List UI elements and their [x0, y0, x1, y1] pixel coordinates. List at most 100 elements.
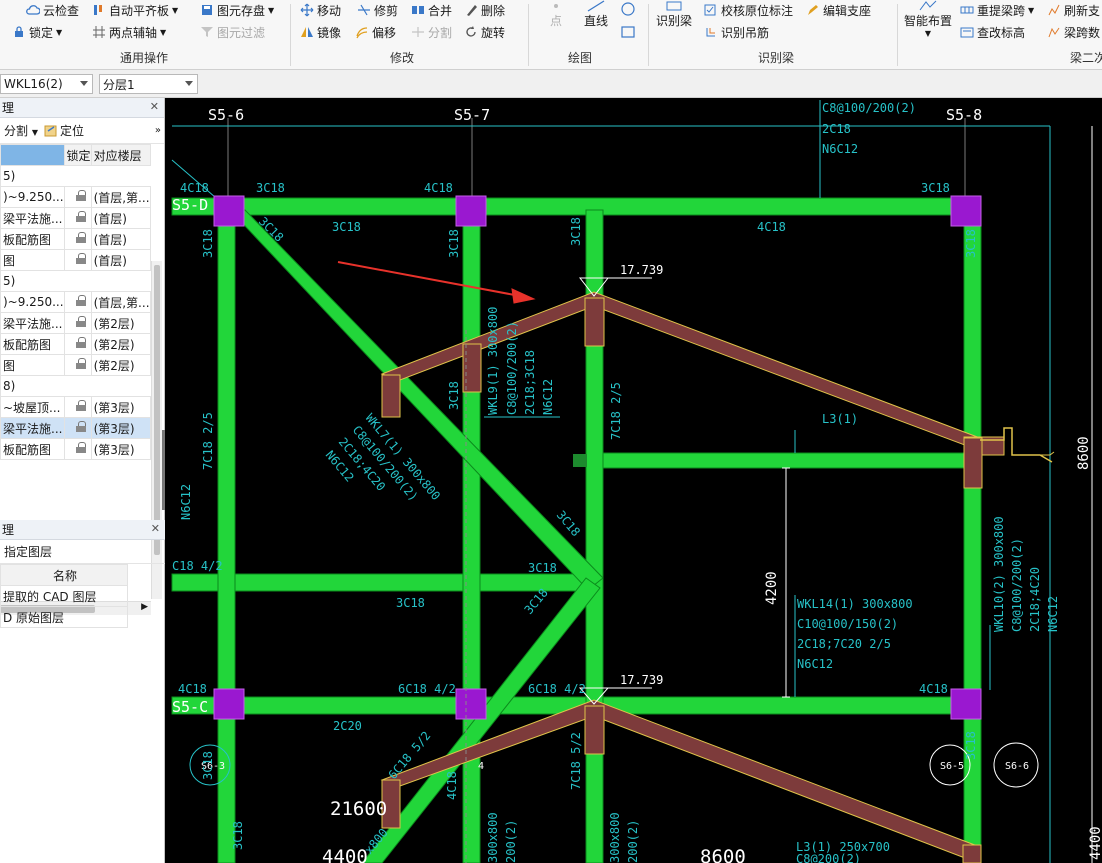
lock-icon[interactable]	[75, 295, 86, 306]
point-button[interactable]: 点	[546, 0, 566, 29]
structural-drawing: S5-6 S5-7 S5-8 S5-D S5-C 21600 4400 8600…	[171, 100, 1102, 863]
trim-icon	[358, 4, 370, 16]
dimension-text: 8600	[700, 846, 746, 863]
lock-cell[interactable]	[63, 438, 92, 460]
eraser-icon	[467, 5, 477, 16]
lock-cell[interactable]	[63, 312, 92, 334]
smart-layout-icon	[919, 0, 937, 11]
close-icon[interactable]: ✕	[150, 100, 159, 113]
chevron-down-icon	[185, 81, 193, 86]
lock-cell[interactable]	[63, 186, 92, 208]
layer-row[interactable]: )~9.250... (首层,第...	[0, 186, 151, 208]
lock-icon[interactable]	[75, 211, 86, 222]
move-button[interactable]: 移动	[300, 1, 341, 19]
close-icon[interactable]: ✕	[151, 522, 160, 535]
refresh-support-button[interactable]: 刷新支	[1047, 1, 1100, 19]
rebar-label: 3C18	[231, 821, 245, 850]
layer-name: 板配筋图	[0, 333, 65, 355]
lock-icon[interactable]	[75, 400, 86, 411]
check-elevation-button[interactable]: 查改标高	[960, 23, 1025, 41]
layer-floor: (首层)	[90, 228, 151, 250]
cad-filter-option[interactable]: 指定图层	[0, 540, 165, 564]
hanger-icon	[706, 28, 715, 37]
layer-name: 梁平法施...	[0, 312, 65, 334]
check-original-button[interactable]: 校核原位标注	[704, 1, 793, 19]
line-button[interactable]: 直线	[584, 0, 608, 29]
layer-group-row[interactable]: 8)	[0, 375, 151, 397]
layer-row[interactable]: ~坡屋顶... (第3层)	[0, 396, 151, 418]
lock-cell[interactable]	[63, 249, 92, 271]
delete-button[interactable]: 删除	[464, 1, 505, 19]
rectangle-icon[interactable]	[620, 24, 636, 40]
identify-hanger-button[interactable]: 识别吊筋	[704, 23, 769, 41]
rebar-label: 4C18	[180, 181, 209, 195]
rebar-label: 4C18	[757, 220, 786, 234]
lock-icon[interactable]	[75, 316, 86, 327]
column-header-name[interactable]: 名称	[0, 564, 128, 586]
two-point-axis-button[interactable]: 两点辅轴 ▼	[92, 23, 166, 41]
split-dropdown[interactable]: 分割 ▼	[4, 122, 38, 139]
rebar-label: 3C18	[921, 181, 950, 195]
layer-row[interactable]: 图 (第2层)	[0, 354, 151, 376]
layer-row[interactable]: 板配筋图 (第3层)	[0, 438, 151, 460]
lock-cell[interactable]	[63, 291, 92, 313]
split-button[interactable]: 分割	[411, 23, 452, 41]
offset-button[interactable]: 偏移	[355, 23, 396, 41]
layer-select[interactable]: 分层1	[99, 74, 198, 94]
layer-name: 图	[0, 249, 65, 271]
layer-row[interactable]: 梁平法施... (第3层)	[0, 417, 151, 439]
re-span-button[interactable]: 重提梁跨 ▼	[960, 1, 1034, 19]
beam-note: 2C18	[822, 122, 851, 136]
rebar-label: 3C18	[447, 229, 461, 258]
column-header-lock[interactable]: 锁定	[63, 144, 92, 166]
layer-row[interactable]: 梁平法施... (首层)	[0, 207, 151, 229]
column-header-floor[interactable]: 对应楼层	[90, 144, 151, 166]
layer-row[interactable]: )~9.250... (首层,第...	[0, 291, 151, 313]
scrollbar-thumb[interactable]	[154, 265, 160, 555]
lock-cell[interactable]	[63, 396, 92, 418]
cloud-check-button[interactable]: 云检查	[26, 1, 79, 19]
locate-button[interactable]: 定位	[44, 122, 84, 139]
lock-cell[interactable]	[63, 228, 92, 250]
circle-icon[interactable]	[620, 1, 636, 17]
split-icon	[412, 27, 424, 37]
column-header-name[interactable]	[0, 144, 65, 166]
axis-label: 4	[478, 761, 484, 772]
lock-icon[interactable]	[75, 190, 86, 201]
auto-align-button[interactable]: 自动平齐板 ▼	[92, 1, 178, 19]
element-select[interactable]: WKL16(2)	[0, 74, 93, 94]
lock-icon[interactable]	[75, 421, 86, 432]
edit-support-button[interactable]: 编辑支座	[806, 1, 871, 19]
lock-cell[interactable]	[63, 333, 92, 355]
lock-icon[interactable]	[75, 232, 86, 243]
merge-button[interactable]: 合并	[411, 1, 452, 19]
element-filter-button[interactable]: 图元过滤	[200, 23, 265, 41]
table-header: 锁定 对应楼层	[0, 144, 151, 166]
expand-arrows-icon[interactable]: »	[155, 125, 161, 136]
layer-row[interactable]: 图 (首层)	[0, 249, 151, 271]
layer-group-row[interactable]: 5)	[0, 165, 151, 187]
identify-beam-button[interactable]: 识别梁	[656, 0, 692, 29]
save-element-button[interactable]: 图元存盘 ▼	[200, 1, 274, 19]
lock-cell[interactable]	[63, 417, 92, 439]
table-row[interactable]: 提取的 CAD 图层	[0, 585, 128, 607]
span-data-button[interactable]: 梁跨数	[1047, 23, 1100, 41]
layer-row[interactable]: 板配筋图 (第2层)	[0, 333, 151, 355]
layer-group-row[interactable]: 5)	[0, 270, 151, 292]
smart-layout-button[interactable]: 智能布置 ▼	[904, 0, 952, 38]
lock-button[interactable]: 锁定 ▼	[12, 23, 62, 41]
lock-cell[interactable]	[63, 207, 92, 229]
drawing-canvas[interactable]: S5-6 S5-7 S5-8 S5-D S5-C 21600 4400 8600…	[165, 98, 1102, 863]
mirror-button[interactable]: 镜像	[300, 23, 341, 41]
trim-button[interactable]: 修剪	[357, 1, 398, 19]
rotate-button[interactable]: 旋转	[464, 23, 505, 41]
lock-cell[interactable]	[63, 354, 92, 376]
lock-icon[interactable]	[75, 253, 86, 264]
lock-icon[interactable]	[75, 442, 86, 453]
layer-row[interactable]: 板配筋图 (首层)	[0, 228, 151, 250]
lock-icon[interactable]	[75, 337, 86, 348]
lock-icon[interactable]	[75, 358, 86, 369]
table-row[interactable]: D 原始图层	[0, 606, 128, 628]
beam-label-wkl10: WKL10(2) 300x800	[992, 516, 1006, 632]
layer-row[interactable]: 梁平法施... (第2层)	[0, 312, 151, 334]
